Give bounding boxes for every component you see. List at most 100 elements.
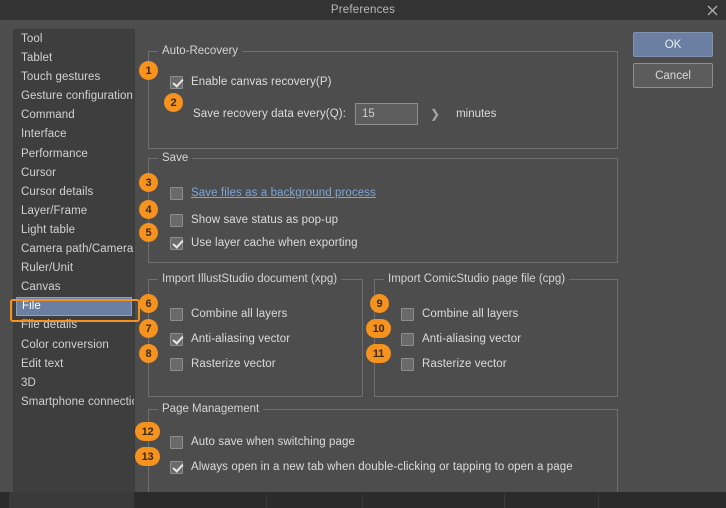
row-cpg-anti-aliasing-vector[interactable]: Anti-aliasing vector [401, 329, 521, 349]
annotation-badge-12: 12 [135, 422, 160, 441]
checkbox-xpg-rasterize-vector[interactable] [170, 357, 183, 371]
row-show-save-status-popup[interactable]: Show save status as pop-up [170, 210, 338, 230]
group-import-illuststudio: Import IllustStudio document (xpg) Combi… [148, 273, 363, 397]
checkbox-cpg-anti-aliasing-vector[interactable] [401, 332, 414, 346]
row-xpg-anti-aliasing-vector[interactable]: Anti-aliasing vector [170, 329, 290, 349]
sidebar-item-file-details[interactable]: File details [14, 316, 134, 335]
group-page-management: Page Management Auto save when switching… [148, 403, 618, 496]
checkbox-cpg-combine-all-layers[interactable] [401, 307, 414, 321]
annotation-badge-11: 11 [366, 344, 391, 363]
close-button[interactable] [700, 0, 724, 20]
checkbox-xpg-combine-all-layers[interactable] [170, 307, 183, 321]
group-title-save: Save [158, 152, 193, 164]
sidebar-item-gesture-configuration[interactable]: Gesture configuration [14, 87, 134, 106]
checkbox-enable-canvas-recovery[interactable] [170, 75, 183, 89]
preferences-dialog: Preferences Tool Tablet Touch gestures G… [0, 0, 726, 508]
sidebar-item-ruler-unit[interactable]: Ruler/Unit [14, 259, 134, 278]
ok-button[interactable]: OK [633, 32, 713, 57]
sidebar-item-touch-gestures[interactable]: Touch gestures [14, 68, 134, 87]
sidebar-item-canvas[interactable]: Canvas [14, 278, 134, 297]
taskbar [0, 492, 726, 508]
label-cpg-anti-aliasing-vector: Anti-aliasing vector [422, 333, 522, 345]
sidebar-item-cursor-details[interactable]: Cursor details [14, 183, 134, 202]
checkbox-use-layer-cache[interactable] [170, 236, 183, 250]
chevron-right-icon[interactable]: ❯ [430, 108, 440, 120]
label-xpg-rasterize-vector: Rasterize vector [191, 358, 276, 370]
checkbox-cpg-rasterize-vector[interactable] [401, 357, 414, 371]
group-import-comicstudio: Import ComicStudio page file (cpg) Combi… [374, 273, 618, 397]
taskbar-divider [362, 494, 363, 508]
category-sidebar[interactable]: Tool Tablet Touch gestures Gesture confi… [13, 29, 135, 501]
label-always-open-new-tab: Always open in a new tab when double-cli… [191, 461, 573, 473]
checkbox-xpg-anti-aliasing-vector[interactable] [170, 332, 183, 346]
close-icon [707, 5, 717, 15]
checkbox-show-save-status-popup[interactable] [170, 213, 183, 227]
taskbar-divider [9, 494, 10, 508]
page-title: Preferences [330, 4, 396, 16]
sidebar-item-interface[interactable]: Interface [14, 125, 134, 144]
sidebar-item-performance[interactable]: Performance [14, 145, 134, 164]
label-enable-canvas-recovery: Enable canvas recovery(P) [191, 76, 332, 88]
taskbar-divider [504, 494, 505, 508]
taskbar-divider [266, 494, 267, 508]
dialog-body: Tool Tablet Touch gestures Gesture confi… [0, 20, 726, 501]
row-cpg-rasterize-vector[interactable]: Rasterize vector [401, 354, 507, 374]
sidebar-item-tablet[interactable]: Tablet [14, 49, 134, 68]
row-xpg-combine-all-layers[interactable]: Combine all layers [170, 304, 287, 324]
sidebar-item-command[interactable]: Command [14, 106, 134, 125]
label-show-save-status-popup: Show save status as pop-up [191, 214, 339, 226]
annotation-badge-7: 7 [139, 319, 158, 338]
sidebar-item-edit-text[interactable]: Edit text [14, 355, 134, 374]
annotation-badge-6: 6 [139, 294, 158, 313]
annotation-badge-3: 3 [139, 173, 158, 192]
sidebar-item-3d[interactable]: 3D [14, 374, 134, 393]
sidebar-item-file[interactable]: File [16, 297, 132, 317]
row-save-background-process[interactable]: Save files as a background process [170, 183, 376, 203]
sidebar-item-smartphone-connection[interactable]: Smartphone connection [14, 393, 134, 412]
checkbox-auto-save-switching-page[interactable] [170, 435, 183, 449]
row-xpg-rasterize-vector[interactable]: Rasterize vector [170, 354, 276, 374]
row-use-layer-cache[interactable]: Use layer cache when exporting [170, 233, 358, 253]
checkbox-always-open-new-tab[interactable] [170, 460, 183, 474]
sidebar-item-color-conversion[interactable]: Color conversion [14, 336, 134, 355]
row-cpg-combine-all-layers[interactable]: Combine all layers [401, 304, 518, 324]
row-save-recovery-interval[interactable]: Save recovery data every(Q): 15 ❯ minute… [193, 103, 497, 125]
annotation-badge-13: 13 [135, 447, 160, 466]
label-cpg-rasterize-vector: Rasterize vector [422, 358, 507, 370]
group-title-import-comicstudio: Import ComicStudio page file (cpg) [384, 273, 570, 285]
group-title-page-management: Page Management [158, 403, 264, 415]
row-always-open-new-tab[interactable]: Always open in a new tab when double-cli… [170, 457, 573, 477]
annotation-badge-5: 5 [139, 223, 158, 242]
label-cpg-combine-all-layers: Combine all layers [422, 308, 519, 320]
label-minutes-unit: minutes [456, 108, 497, 120]
cancel-button[interactable]: Cancel [633, 63, 713, 88]
annotation-badge-1: 1 [139, 61, 158, 80]
annotation-badge-2: 2 [164, 93, 183, 112]
sidebar-item-tool[interactable]: Tool [14, 30, 134, 49]
label-auto-save-switching-page: Auto save when switching page [191, 436, 356, 448]
group-save: Save Save files as a background process … [148, 152, 618, 263]
row-auto-save-switching-page[interactable]: Auto save when switching page [170, 432, 355, 452]
title-bar: Preferences [0, 0, 726, 20]
taskbar-divider [598, 494, 599, 508]
taskbar-active-item[interactable] [10, 492, 134, 508]
link-save-background-process[interactable]: Save files as a background process [191, 187, 376, 199]
label-use-layer-cache: Use layer cache when exporting [191, 237, 358, 249]
label-save-recovery-interval: Save recovery data every(Q): [193, 108, 346, 120]
annotation-badge-9: 9 [370, 294, 389, 313]
group-auto-recovery: Auto-Recovery Enable canvas recovery(P) … [148, 45, 618, 149]
checkbox-save-background-process[interactable] [170, 186, 183, 200]
group-title-import-illuststudio: Import IllustStudio document (xpg) [158, 273, 342, 285]
save-recovery-interval-input[interactable]: 15 [355, 103, 418, 125]
group-title-auto-recovery: Auto-Recovery [158, 45, 243, 57]
annotation-badge-10: 10 [366, 319, 391, 338]
sidebar-item-light-table[interactable]: Light table [14, 221, 134, 240]
label-xpg-combine-all-layers: Combine all layers [191, 308, 288, 320]
sidebar-item-camera-path-camera[interactable]: Camera path/Camera [14, 240, 134, 259]
row-enable-canvas-recovery[interactable]: Enable canvas recovery(P) [170, 72, 332, 92]
label-xpg-anti-aliasing-vector: Anti-aliasing vector [191, 333, 291, 345]
annotation-badge-8: 8 [139, 344, 158, 363]
sidebar-item-cursor[interactable]: Cursor [14, 164, 134, 183]
sidebar-item-layer-frame[interactable]: Layer/Frame [14, 202, 134, 221]
annotation-badge-4: 4 [139, 200, 158, 219]
